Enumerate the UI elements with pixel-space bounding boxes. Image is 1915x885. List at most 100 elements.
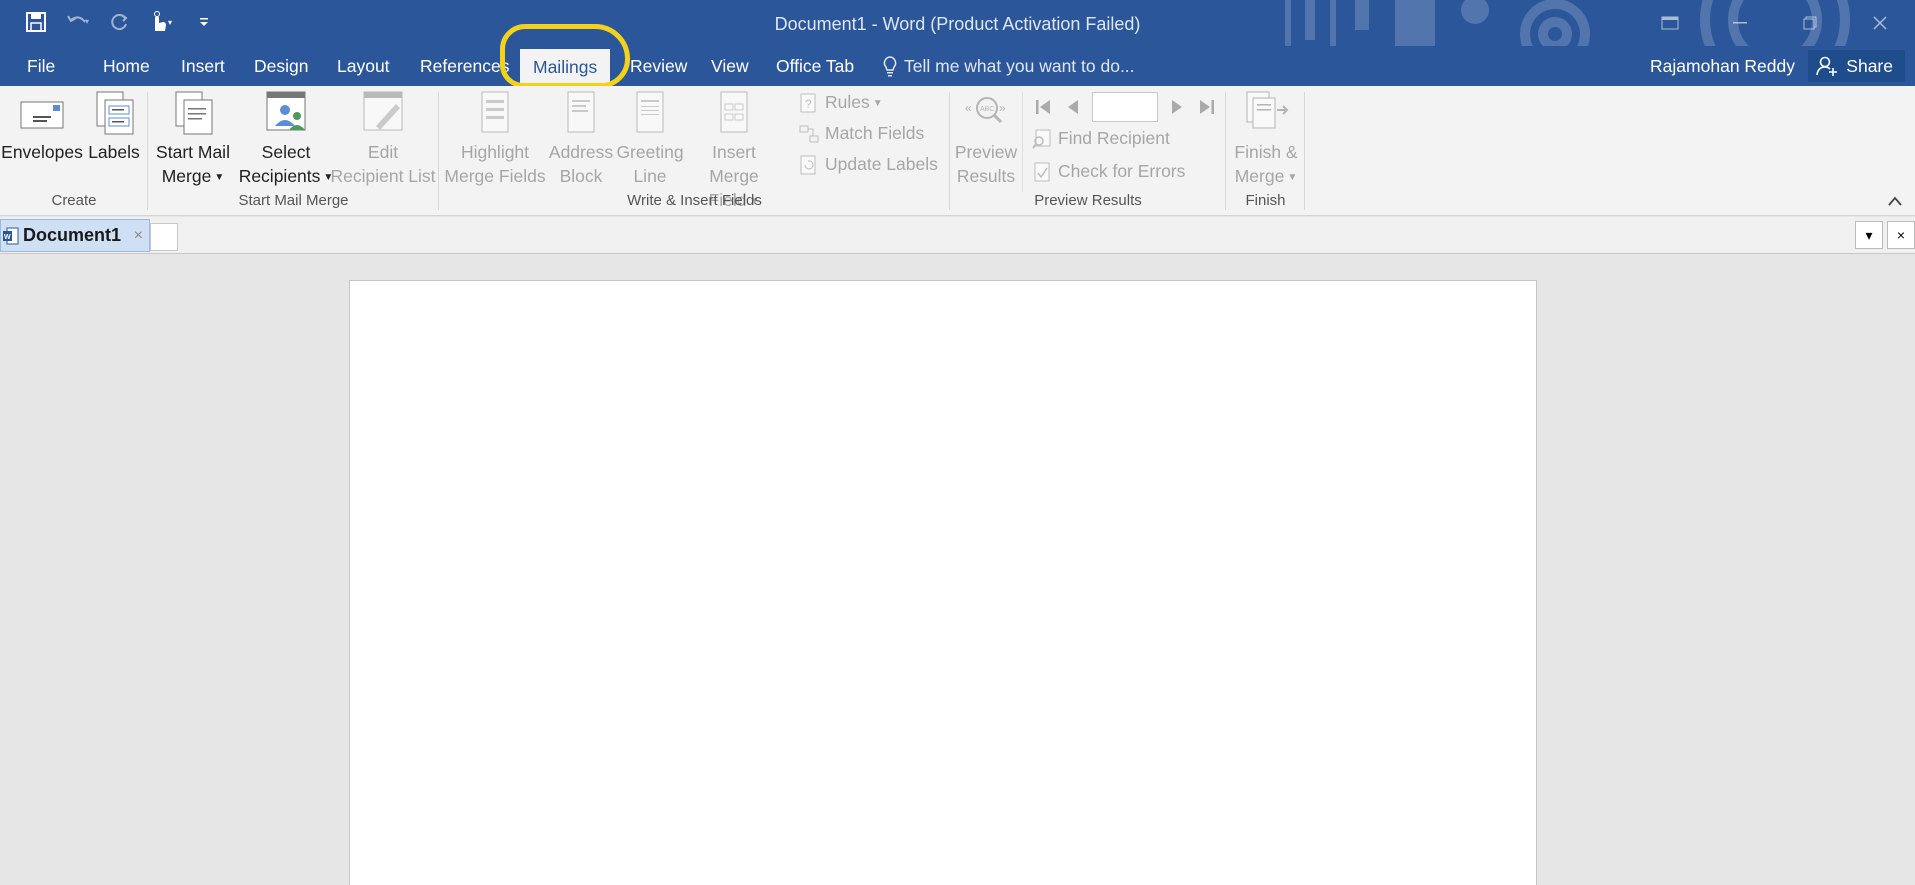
select-recipients-label-2: Recipients	[238, 166, 321, 186]
ribbon-tabs: File Home Insert Design Layout Reference…	[0, 46, 1915, 86]
next-record-icon[interactable]	[1166, 96, 1188, 118]
select-recipients-button[interactable]: Select Recipients ▼	[230, 90, 342, 190]
address-block-button[interactable]: Address Block	[547, 90, 615, 188]
record-navigation	[1032, 92, 1218, 122]
address-block-label-1: Address	[548, 142, 614, 162]
last-record-icon[interactable]	[1196, 96, 1218, 118]
group-preview-results: « ABC » Preview Results Find Recipient Che…	[950, 86, 1226, 216]
document-tab-label: Document1	[23, 225, 122, 245]
labels-button[interactable]: Labels	[84, 90, 144, 164]
check-errors-label: Check for Errors	[1058, 161, 1186, 181]
title-bar: ▾ ▾ Document1 - Word (Product Activation…	[0, 0, 1915, 46]
minimize-icon[interactable]	[1705, 0, 1775, 46]
preview-label-2: Results	[956, 166, 1016, 186]
finish-and-merge-button[interactable]: Finish & Merge ▼	[1230, 90, 1302, 190]
group-write-insert-fields: Highlight Merge Fields Address Block Gre…	[439, 86, 950, 216]
preview-results-button[interactable]: « ABC » Preview Results	[954, 90, 1018, 188]
document-tab-controls: ▾ ×	[1855, 221, 1915, 249]
chevron-down-icon: ▼	[872, 98, 883, 109]
highlight-label-1: Highlight	[460, 142, 530, 162]
match-fields-label: Match Fields	[825, 123, 925, 143]
insert-merge-field-icon	[720, 91, 748, 133]
document-workspace	[0, 254, 1915, 885]
close-tab-icon[interactable]: ×	[134, 227, 143, 245]
share-button[interactable]: Share	[1808, 50, 1905, 82]
tab-view[interactable]: View	[698, 46, 762, 86]
share-label: Share	[1846, 55, 1893, 76]
close-document-icon[interactable]: ×	[1887, 221, 1915, 249]
svg-text:ABC: ABC	[980, 106, 994, 113]
start-mail-merge-button[interactable]: Start Mail Merge ▼	[150, 90, 236, 190]
tab-home[interactable]: Home	[90, 46, 163, 86]
new-tab-button[interactable]	[150, 223, 178, 251]
rules-button[interactable]: ? Rules ▼	[799, 92, 883, 113]
tab-list-dropdown-icon[interactable]: ▾	[1855, 221, 1883, 249]
window-controls	[1635, 0, 1915, 46]
rules-icon: ?	[800, 93, 816, 112]
chevron-down-icon: ▼	[214, 172, 225, 183]
greeting-line-button[interactable]: Greeting Line	[615, 90, 685, 188]
highlight-fields-icon	[481, 91, 509, 133]
edit-recipient-list-button[interactable]: Edit Recipient List	[328, 90, 438, 188]
edit-list-icon	[363, 91, 403, 131]
update-labels-button[interactable]: Update Labels	[799, 154, 938, 175]
finish-label-1: Finish &	[1234, 142, 1298, 162]
edit-list-label-1: Edit	[367, 142, 399, 162]
previous-record-icon[interactable]	[1062, 96, 1084, 118]
envelopes-label: Envelopes	[1, 142, 83, 162]
user-name[interactable]: Rajamohan Reddy	[1650, 46, 1795, 86]
chevron-down-icon: ▼	[1287, 172, 1298, 183]
group-separator	[1304, 92, 1305, 210]
tab-references[interactable]: References	[407, 46, 523, 86]
collapse-ribbon-icon[interactable]	[1887, 194, 1903, 208]
group-label-create: Create	[51, 192, 97, 209]
select-recipients-icon	[266, 91, 306, 131]
tab-design[interactable]: Design	[241, 46, 321, 86]
tab-review[interactable]: Review	[617, 46, 700, 86]
window-title: Document1 - Word (Product Activation Fai…	[774, 14, 1141, 34]
group-start-mail-merge: Start Mail Merge ▼ Select Recipients ▼ Edi…	[148, 86, 439, 216]
svg-text:»: »	[999, 101, 1006, 115]
address-block-icon	[567, 91, 595, 133]
group-create: Envelopes Labels Create	[0, 86, 148, 216]
first-record-icon[interactable]	[1032, 96, 1054, 118]
highlight-label-2: Merge Fields	[444, 166, 546, 186]
match-fields-button[interactable]: Match Fields	[799, 123, 924, 144]
tab-office-tab[interactable]: Office Tab	[763, 46, 867, 86]
group-label-finish: Finish	[1245, 192, 1286, 209]
document-tab[interactable]: W Document1 ×	[0, 219, 150, 252]
svg-text:W: W	[4, 234, 11, 241]
word-doc-icon: W	[3, 227, 19, 244]
word-window: ▾ ▾ Document1 - Word (Product Activation…	[0, 0, 1915, 885]
tab-insert[interactable]: Insert	[168, 46, 238, 86]
preview-label-1: Preview	[954, 142, 1018, 162]
greeting-line-icon	[636, 91, 664, 133]
document-page[interactable]	[349, 280, 1537, 885]
preview-abc-icon: « ABC »	[965, 97, 1006, 124]
find-recipient-label: Find Recipient	[1058, 128, 1170, 148]
check-for-errors-button[interactable]: Check for Errors	[1032, 161, 1185, 182]
tab-file[interactable]: File	[14, 46, 68, 86]
restore-icon[interactable]	[1775, 0, 1845, 46]
group-label-write-insert-fields: Write & Insert Fields	[627, 192, 762, 209]
tell-me-box[interactable]: Tell me what you want to do...	[882, 46, 1135, 86]
lightbulb-icon	[883, 56, 897, 77]
find-recipient-button[interactable]: Find Recipient	[1032, 128, 1170, 149]
highlight-merge-fields-button[interactable]: Highlight Merge Fields	[443, 90, 547, 188]
match-fields-icon	[799, 125, 819, 142]
check-errors-icon	[1034, 162, 1050, 181]
finish-merge-icon	[1246, 91, 1289, 129]
record-number-input[interactable]	[1092, 92, 1158, 122]
group-label-start-mail-merge: Start Mail Merge	[238, 192, 349, 209]
update-labels-icon	[800, 155, 816, 174]
tab-layout[interactable]: Layout	[324, 46, 403, 86]
group-finish: Finish & Merge ▼ Finish	[1226, 86, 1305, 216]
start-mail-merge-label-1: Start Mail	[156, 142, 230, 162]
close-icon[interactable]	[1845, 0, 1915, 46]
select-recipients-label-1: Select	[261, 142, 311, 162]
tab-mailings[interactable]: Mailings	[520, 49, 611, 86]
envelopes-button[interactable]: Envelopes	[1, 90, 83, 164]
svg-text:?: ?	[805, 97, 812, 111]
greeting-line-label-1: Greeting	[616, 142, 684, 162]
ribbon-display-options-icon[interactable]	[1635, 0, 1705, 46]
